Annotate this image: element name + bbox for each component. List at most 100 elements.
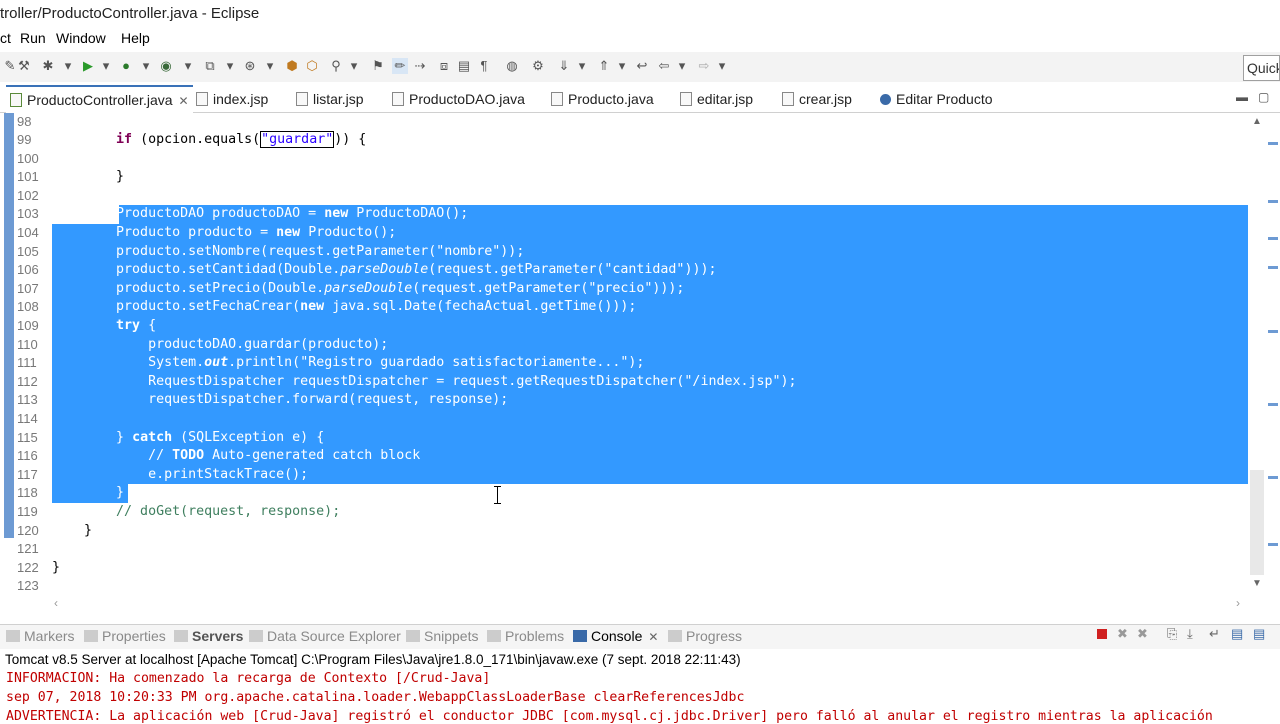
web-browser-icon[interactable]: ⚙ xyxy=(530,58,546,74)
chevron-down-icon[interactable]: ▾ xyxy=(346,58,362,74)
editor-horizontal-scrollbar[interactable]: ‹ › xyxy=(52,596,1252,610)
overview-marker[interactable] xyxy=(1268,237,1278,240)
tab-editar-jsp[interactable]: editar.jsp xyxy=(680,86,753,112)
toggle-mark-icon[interactable]: ⚑ xyxy=(370,58,386,74)
overview-marker[interactable] xyxy=(1268,543,1278,546)
code-line: 118 } xyxy=(0,484,1266,503)
tab-progress[interactable]: Progress xyxy=(668,628,742,644)
globe-icon xyxy=(880,94,891,105)
markers-icon xyxy=(6,630,20,642)
tab-console[interactable]: Console ✕ xyxy=(573,628,658,644)
display-console-icon[interactable]: ▤ xyxy=(1231,626,1243,642)
tab-snippets[interactable]: Snippets xyxy=(406,628,478,644)
tab-servers[interactable]: Servers xyxy=(174,628,243,644)
tab-problems[interactable]: Problems xyxy=(487,628,564,644)
menu-run[interactable]: Run xyxy=(20,30,46,46)
open-folder-icon[interactable]: ⬡ xyxy=(304,58,320,74)
code-line: 111 System.out.println("Registro guardad… xyxy=(0,354,1266,373)
code-line: 114 xyxy=(0,410,1266,429)
run-server-icon[interactable]: ● xyxy=(118,58,134,74)
new-class-icon[interactable]: ⊛ xyxy=(242,58,258,74)
line-number: 107 xyxy=(17,280,39,296)
console-line: ADVERTENCIA: La aplicación web [Crud-Jav… xyxy=(6,709,1213,724)
highlight-icon[interactable]: ✏ xyxy=(392,58,408,74)
last-edit-icon[interactable]: ↩ xyxy=(634,58,650,74)
scroll-down-icon[interactable]: ▼ xyxy=(1252,578,1262,589)
overview-marker[interactable] xyxy=(1268,200,1278,203)
search-icon[interactable]: ⚲ xyxy=(328,58,344,74)
code-text: producto.setCantidad(Double.parseDouble(… xyxy=(52,262,717,278)
format-icon[interactable]: ▤ xyxy=(456,58,472,74)
chevron-down-icon[interactable]: ▾ xyxy=(714,58,730,74)
new-server-icon[interactable]: ⧉ xyxy=(202,58,218,74)
chevron-down-icon[interactable]: ▾ xyxy=(138,58,154,74)
line-number: 105 xyxy=(17,243,39,259)
overview-marker[interactable] xyxy=(1268,330,1278,333)
next-annotation-icon[interactable]: ⇓ xyxy=(556,58,572,74)
tab-producto-java[interactable]: Producto.java xyxy=(551,86,654,112)
console-icon xyxy=(573,630,587,642)
chevron-down-icon[interactable]: ▾ xyxy=(60,58,76,74)
chevron-down-icon[interactable]: ▾ xyxy=(98,58,114,74)
chevron-down-icon[interactable]: ▾ xyxy=(180,58,196,74)
back-icon[interactable]: ⇦ xyxy=(656,58,672,74)
close-icon[interactable]: ✕ xyxy=(648,630,658,644)
code-text: System.out.println("Registro guardado sa… xyxy=(52,355,645,371)
code-text: } xyxy=(52,559,61,575)
open-type-icon[interactable]: ⬢ xyxy=(284,58,300,74)
scroll-left-icon[interactable]: ‹ xyxy=(54,596,58,610)
tab-index-jsp[interactable]: index.jsp xyxy=(196,86,268,112)
tab-crear-jsp[interactable]: crear.jsp xyxy=(782,86,852,112)
block-select-icon[interactable]: ⧈ xyxy=(436,58,452,74)
code-line: 101 } xyxy=(0,168,1266,187)
overview-marker[interactable] xyxy=(1268,266,1278,269)
code-line: 121 xyxy=(0,540,1266,559)
prev-annotation-icon[interactable]: ⇑ xyxy=(596,58,612,74)
overview-marker[interactable] xyxy=(1268,476,1278,479)
scroll-lock-icon[interactable]: ⤓ xyxy=(1187,626,1193,642)
tab-label: Properties xyxy=(102,628,166,644)
forward-icon[interactable]: ⇨ xyxy=(696,58,712,74)
overview-marker[interactable] xyxy=(1268,403,1278,406)
tab-listar-jsp[interactable]: listar.jsp xyxy=(296,86,364,112)
clear-console-icon[interactable]: ⎘ xyxy=(1167,626,1177,642)
tab-data-source-explorer[interactable]: Data Source Explorer xyxy=(249,628,401,644)
tab-productocontroller[interactable]: ProductoController.java ✕ xyxy=(6,85,193,113)
code-editor[interactable]: 98 99 if (opcion.equals("guardar")) { 10… xyxy=(0,113,1266,596)
scroll-right-icon[interactable]: › xyxy=(1236,596,1240,610)
tab-properties[interactable]: Properties xyxy=(84,628,166,644)
menu-help[interactable]: Help xyxy=(121,30,150,46)
quick-access-field[interactable]: Quick xyxy=(1243,55,1280,81)
chevron-down-icon[interactable]: ▾ xyxy=(674,58,690,74)
chevron-down-icon[interactable]: ▾ xyxy=(262,58,278,74)
code-line: 123 xyxy=(0,577,1266,596)
globe-icon[interactable]: ◍ xyxy=(504,58,520,74)
scroll-thumb[interactable] xyxy=(1250,470,1264,575)
refactor-icon[interactable]: ⚒ xyxy=(16,58,32,74)
remove-all-icon[interactable]: ✖ xyxy=(1137,626,1148,642)
chevron-down-icon[interactable]: ▾ xyxy=(222,58,238,74)
tab-editar-producto[interactable]: Editar Producto xyxy=(880,86,993,112)
coverage-icon[interactable]: ◉ xyxy=(158,58,174,74)
debug-icon[interactable]: ✱ xyxy=(40,58,56,74)
menu-project[interactable]: ct xyxy=(0,30,11,46)
maximize-icon[interactable]: ▢ xyxy=(1258,90,1269,104)
minimize-icon[interactable]: ▬ xyxy=(1236,90,1248,104)
show-whitespace-icon[interactable]: ⇢ xyxy=(412,58,428,74)
close-icon[interactable]: ✕ xyxy=(179,94,189,108)
paragraph-icon[interactable]: ¶ xyxy=(476,58,492,74)
tab-markers[interactable]: Markers xyxy=(6,628,75,644)
menu-window[interactable]: Window xyxy=(56,30,106,46)
run-icon[interactable]: ▶ xyxy=(80,58,96,74)
open-console-icon[interactable]: ▤ xyxy=(1253,626,1265,642)
chevron-down-icon[interactable]: ▾ xyxy=(574,58,590,74)
word-wrap-icon[interactable]: ↵ xyxy=(1209,626,1220,642)
tab-productodao-java[interactable]: ProductoDAO.java xyxy=(392,86,525,112)
line-number: 101 xyxy=(17,169,39,185)
chevron-down-icon[interactable]: ▾ xyxy=(614,58,630,74)
remove-launch-icon[interactable]: ✖ xyxy=(1117,626,1128,642)
overview-marker[interactable] xyxy=(1268,142,1278,145)
terminate-icon[interactable] xyxy=(1097,629,1107,639)
line-number: 104 xyxy=(17,225,39,240)
scroll-up-icon[interactable]: ▲ xyxy=(1252,116,1262,127)
